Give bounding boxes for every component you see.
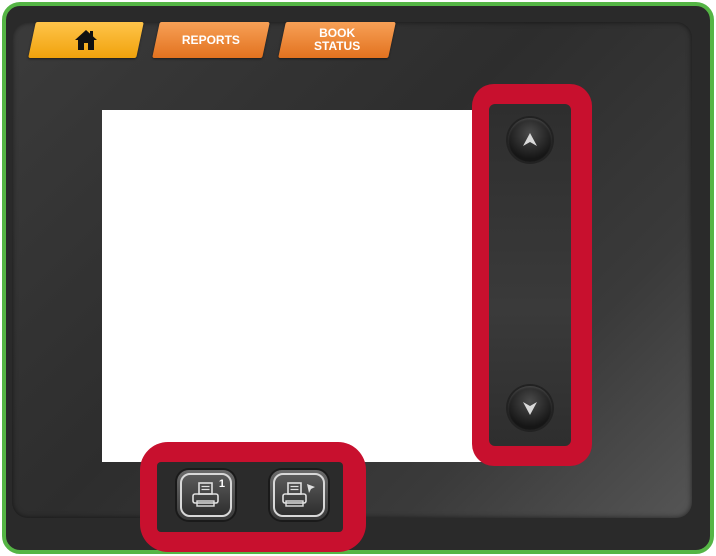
print-one-button-face: 1 <box>180 473 232 517</box>
chevron-down-icon <box>523 402 537 415</box>
scroll-up-button[interactable] <box>508 118 552 162</box>
display-screen <box>102 110 482 462</box>
tab-book-status-label: BOOK STATUS <box>313 26 361 53</box>
tab-reports[interactable]: REPORTS <box>152 22 270 58</box>
print-select-button[interactable] <box>270 470 328 520</box>
tab-book-status[interactable]: BOOK STATUS <box>278 22 396 58</box>
tab-reports-label: REPORTS <box>181 32 240 47</box>
print-select-button-face <box>273 473 325 517</box>
printer-select-icon <box>282 482 315 507</box>
print-one-badge: 1 <box>218 478 225 490</box>
chevron-up-icon <box>523 133 537 146</box>
home-icon <box>75 30 97 50</box>
tab-home[interactable] <box>28 22 144 58</box>
print-one-button[interactable]: 1 <box>177 470 235 520</box>
printer-icon <box>192 482 219 507</box>
scroll-down-button[interactable] <box>508 386 552 430</box>
